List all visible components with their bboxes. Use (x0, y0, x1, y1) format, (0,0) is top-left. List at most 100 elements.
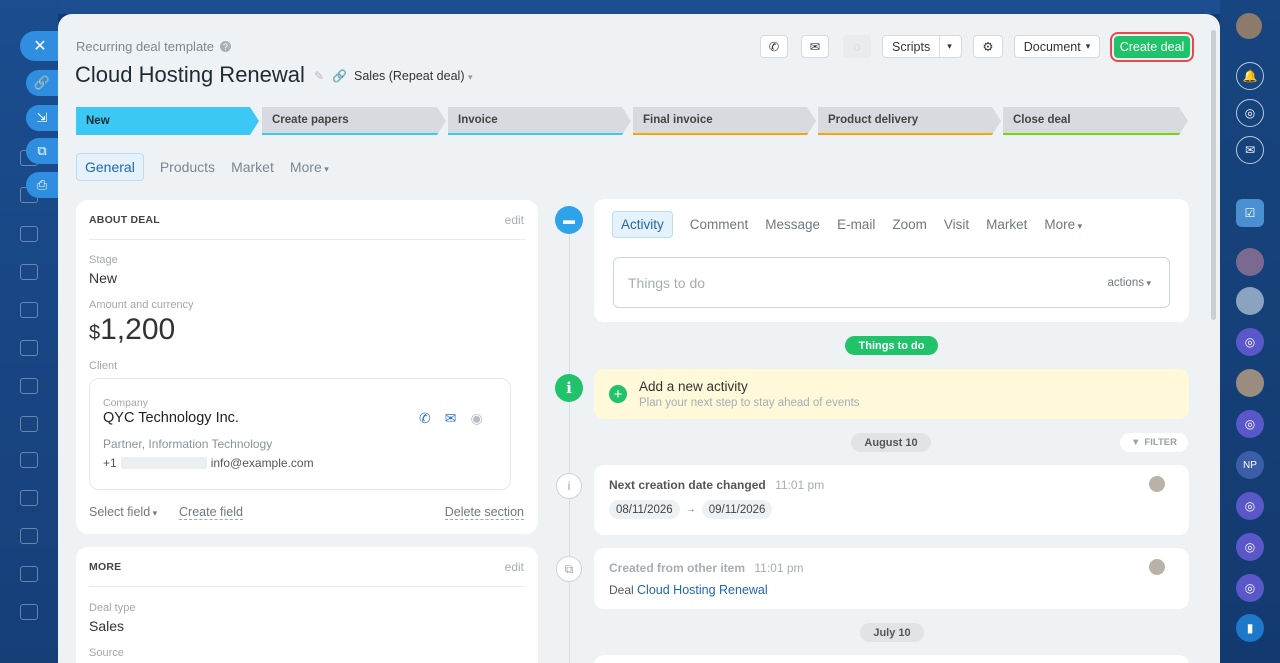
open-new-window-button[interactable]: ⧉ (26, 138, 58, 164)
task-icon[interactable] (20, 264, 38, 280)
openline-icon[interactable]: ◎ (1236, 328, 1264, 356)
openline-icon[interactable]: ◎ (1236, 533, 1264, 561)
contact-avatar-1[interactable] (1236, 248, 1264, 276)
add-activity-title: Add a new activity (639, 379, 748, 394)
close-slider-button[interactable]: ✕ (20, 31, 60, 61)
call-button[interactable]: ✆ (760, 35, 788, 58)
cart-icon[interactable] (20, 566, 38, 582)
stage-label: Create papers (272, 114, 349, 126)
tab-more[interactable]: More ▾ (1044, 217, 1082, 232)
initials-badge[interactable]: NP (1236, 451, 1264, 479)
tab-visit[interactable]: Visit (944, 217, 969, 232)
feed-icon[interactable] (20, 452, 38, 468)
amount-field-label: Amount and currency (89, 299, 194, 311)
minimize-button[interactable]: ⇲ (26, 105, 58, 131)
scripts-label: Scripts (892, 39, 931, 54)
tab-email[interactable]: E-mail (837, 217, 875, 232)
copy-icon: ⧉ (556, 556, 582, 582)
template-label-text: Recurring deal template (76, 39, 215, 54)
chevron-down-icon: ▾ (321, 164, 329, 174)
openline-icon[interactable]: ◎ (1236, 410, 1264, 438)
edit-pencil-icon[interactable]: ✎ (314, 69, 324, 83)
add-activity-card[interactable]: + Add a new activity Plan your next step… (594, 369, 1189, 419)
tab-more[interactable]: More ▾ (290, 159, 329, 175)
new-date-chip: 09/11/2026 (701, 500, 773, 519)
tasks-icon[interactable]: ☑ (1236, 199, 1264, 227)
print-button[interactable]: ⎙ (26, 172, 58, 198)
deal-link[interactable]: Cloud Hosting Renewal (637, 583, 768, 597)
plus-icon[interactable]: + (609, 385, 627, 403)
actions-dropdown[interactable]: actions ▾ (1108, 277, 1151, 289)
settings-button[interactable]: ⚙ (973, 35, 1003, 58)
date-change-chips: 08/11/2026 → 09/11/2026 (609, 500, 773, 519)
openline-icon[interactable]: ◎ (1236, 574, 1264, 602)
divider (89, 586, 525, 587)
board-icon[interactable] (20, 378, 38, 394)
add-activity-subtitle: Plan your next step to stay ahead of eve… (639, 397, 860, 409)
bell-icon[interactable]: 🔔 (1236, 62, 1264, 90)
contact-avatar-3[interactable] (1236, 369, 1264, 397)
create-field-link[interactable]: Create field (179, 505, 243, 520)
grid-icon[interactable] (20, 490, 38, 506)
stage-product-delivery[interactable]: Product delivery (818, 107, 1001, 135)
chat-icon[interactable]: ◉ (470, 410, 482, 427)
more-edit-link[interactable]: edit (505, 560, 524, 574)
mail-icon[interactable] (20, 340, 38, 356)
tab-activity[interactable]: Activity (612, 211, 673, 238)
stage-invoice[interactable]: Invoice (448, 107, 631, 135)
tab-market[interactable]: Market (986, 217, 1027, 232)
todo-input[interactable]: Things to do actions ▾ (613, 257, 1170, 308)
company-type: Partner, Information Technology (103, 437, 273, 451)
openline-icon[interactable]: ◎ (1236, 492, 1264, 520)
tab-zoom[interactable]: Zoom (892, 217, 927, 232)
chevron-down-icon[interactable]: ▾ (939, 36, 959, 57)
client-field-label: Client (89, 360, 118, 372)
contact-avatar-2[interactable] (1236, 287, 1264, 315)
tab-message[interactable]: Message (765, 217, 820, 232)
pipeline-selector[interactable]: Sales (Repeat deal) ▾ (354, 69, 473, 83)
link-icon[interactable]: 🔗 (332, 69, 347, 83)
timeline-line (569, 220, 570, 663)
help-icon[interactable]: ? (220, 41, 232, 52)
print-icon: ⎙ (36, 177, 48, 192)
delete-section-link[interactable]: Delete section (444, 505, 524, 520)
timeline-event: Created from other item 11:01 pm Deal Cl… (594, 548, 1189, 609)
crm-icon[interactable] (20, 302, 38, 318)
phone-icon[interactable]: ✆ (419, 410, 431, 427)
tab-market[interactable]: Market (231, 159, 274, 175)
pipeline-label: Sales (Repeat deal) (354, 69, 465, 83)
chat-icon[interactable]: ✉ (1236, 136, 1264, 164)
bookmark-icon[interactable]: ▮ (1236, 614, 1264, 642)
about-deal-edit-link[interactable]: edit (505, 213, 524, 227)
document-button[interactable]: Document ▾ (1014, 35, 1100, 58)
copilot-icon[interactable]: ◎ (1236, 99, 1264, 127)
robot-icon[interactable] (20, 416, 38, 432)
file-icon[interactable] (20, 226, 38, 242)
envelope-icon[interactable]: ✉ (445, 410, 457, 427)
create-deal-button[interactable]: Create deal (1114, 36, 1190, 58)
copy-link-button[interactable]: 🔗 (26, 70, 58, 96)
user-avatar[interactable] (1236, 13, 1262, 39)
author-avatar[interactable] (1149, 476, 1165, 492)
stage-new[interactable]: New (76, 107, 259, 135)
client-email[interactable]: info@example.com (211, 456, 314, 470)
email-button[interactable]: ✉ (801, 35, 829, 58)
filter-button[interactable]: ▼ FILTER (1120, 433, 1188, 452)
tab-general[interactable]: General (76, 153, 144, 181)
store-icon[interactable] (20, 528, 38, 544)
settings-icon[interactable] (20, 604, 38, 620)
comment-bubble-icon: ▬ (555, 206, 583, 234)
scrollbar[interactable] (1211, 30, 1216, 320)
stage-create-papers[interactable]: Create papers (262, 107, 446, 135)
author-avatar[interactable] (1149, 559, 1165, 575)
stage-label: Final invoice (643, 114, 713, 126)
tab-products[interactable]: Products (160, 159, 215, 175)
stage-close-deal[interactable]: Close deal (1003, 107, 1188, 135)
chat-button[interactable]: ◌ (843, 35, 871, 58)
tab-comment[interactable]: Comment (690, 217, 749, 232)
stage-final-invoice[interactable]: Final invoice (633, 107, 816, 135)
date-separator: August 10 (851, 433, 931, 452)
scripts-button[interactable]: Scripts ▾ (882, 35, 962, 58)
select-field-dropdown[interactable]: Select field ▾ (89, 505, 157, 519)
company-name[interactable]: QYC Technology Inc. (103, 410, 239, 426)
